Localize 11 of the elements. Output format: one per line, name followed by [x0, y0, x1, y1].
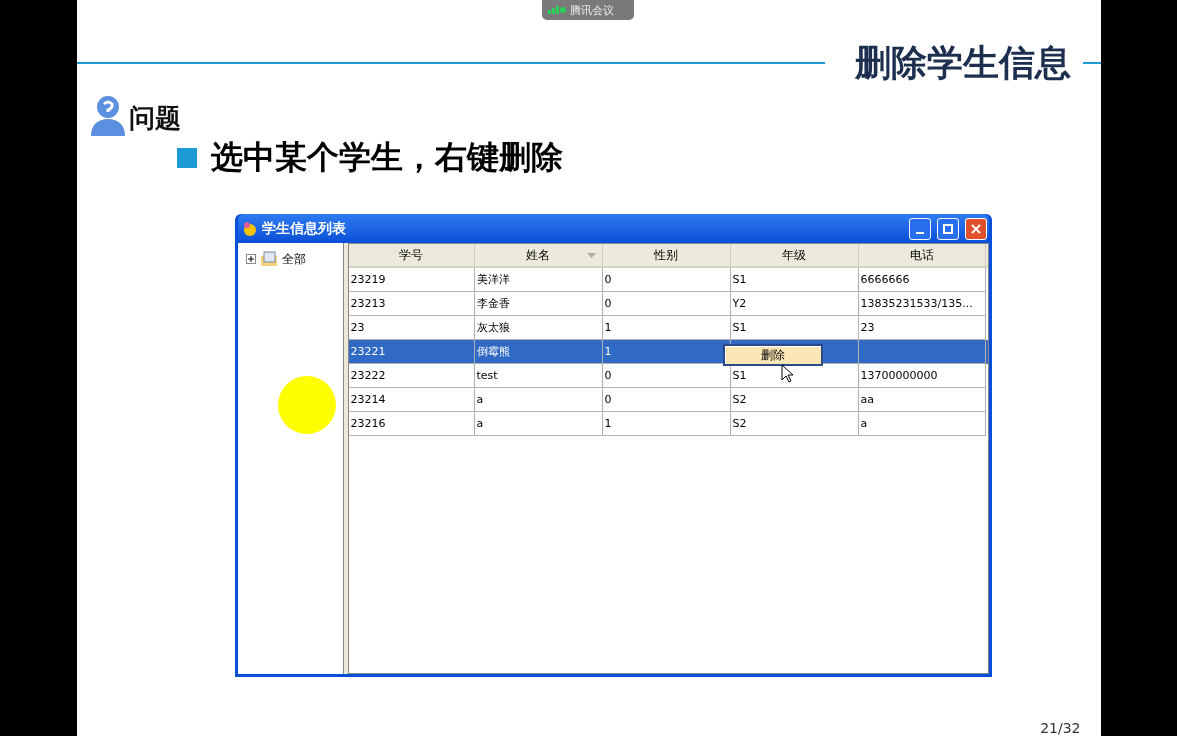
slide-title: 删除学生信息: [854, 40, 1071, 85]
window-title: 学生信息列表: [261, 219, 347, 238]
bullet-text: 选中某个学生，右键删除: [210, 137, 563, 178]
table-cell: a: [858, 412, 986, 436]
table-cell: 23216: [348, 412, 475, 436]
meeting-badge: 腾讯会议: [541, 0, 634, 20]
page-number: 21/32: [1040, 720, 1081, 736]
table-cell: S2: [730, 412, 859, 436]
table-cell: a: [474, 412, 603, 436]
table-cell: 1: [602, 412, 731, 436]
section-heading: 问题: [128, 102, 181, 135]
